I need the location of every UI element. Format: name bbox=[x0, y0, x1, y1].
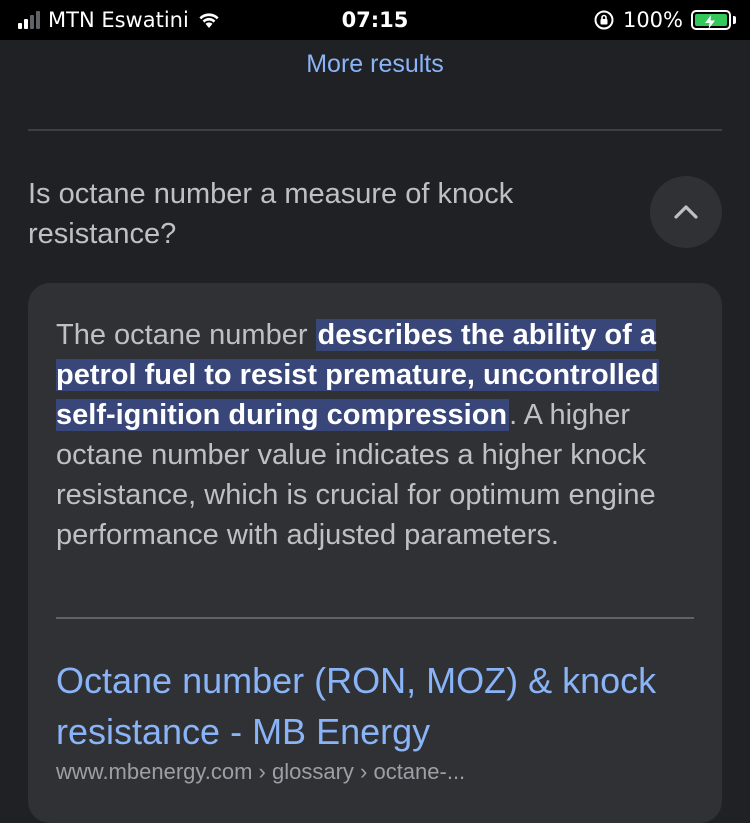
chevron-up-icon bbox=[674, 205, 698, 219]
more-results-link[interactable]: More results bbox=[0, 50, 750, 79]
orientation-lock-icon bbox=[594, 10, 614, 30]
battery-icon bbox=[691, 10, 736, 30]
status-right: 100% bbox=[593, 8, 736, 32]
collapse-button[interactable] bbox=[650, 176, 722, 248]
source-url: www.mbenergy.com › glossary › octane-... bbox=[56, 759, 466, 784]
divider bbox=[28, 129, 722, 131]
answer-lead: The octane number bbox=[56, 319, 316, 351]
question-text[interactable]: Is octane number a measure of knock resi… bbox=[28, 174, 588, 254]
status-bar: MTN Eswatini 07:15 100% bbox=[0, 0, 750, 40]
answer-text: The octane number describes the ability … bbox=[56, 315, 701, 555]
source-title-link[interactable]: Octane number (RON, MOZ) & knock resista… bbox=[56, 655, 676, 757]
battery-percent: 100% bbox=[622, 8, 683, 32]
card-divider bbox=[56, 617, 694, 619]
answer-card: The octane number describes the ability … bbox=[28, 283, 722, 823]
